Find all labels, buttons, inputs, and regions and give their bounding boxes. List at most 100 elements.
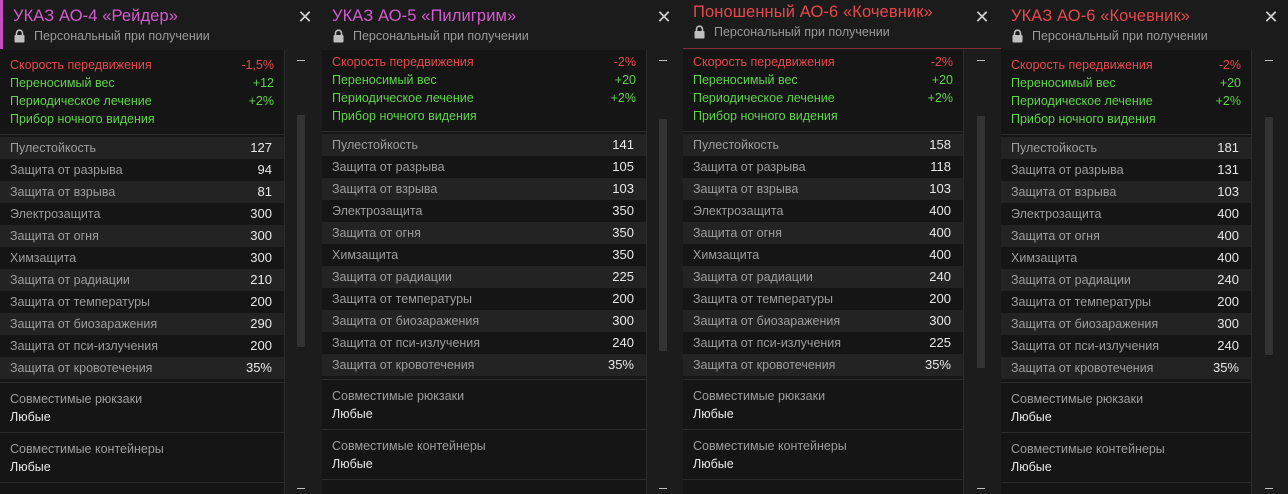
scroll-down-icon[interactable] [659,488,667,489]
stat-value: 103 [612,181,634,196]
bonus-value: +20 [614,73,636,87]
scroll-up-icon[interactable] [977,60,985,61]
close-icon[interactable]: ✕ [974,8,990,26]
scroll-down-icon[interactable] [977,488,985,489]
stat-value: 181 [1217,140,1239,155]
bonus-row: Переносимый вес +20 [1011,76,1241,94]
bonus-value: +2% [248,94,274,108]
stat-row: Химзащита 350 [322,244,646,266]
item-card: УКАЗ АО-5 «Пилигрим» ✕ Персональный при по… [322,0,683,494]
stat-name: Защита от взрыва [332,182,438,196]
stat-name: Пулестойкость [693,138,780,152]
divider [1001,134,1251,135]
stat-name: Защита от температуры [10,295,151,309]
stat-row: Защита от радиации 240 [1001,269,1251,291]
stat-row: Защита от температуры 200 [0,291,284,313]
scroll-up-icon[interactable] [1265,60,1273,61]
close-icon[interactable]: ✕ [656,8,672,26]
scroll-thumb[interactable] [659,119,667,351]
scrollbar[interactable] [1261,50,1281,494]
stat-name: Защита от кровотечения [332,358,475,372]
stat-value: 131 [1217,162,1239,177]
stat-row: Защита от пси-излучения 240 [1001,335,1251,357]
stat-row: Электрозащита 400 [683,200,963,222]
stat-row: Защита от кровотечения 35% [683,354,963,376]
bonus-value: +2% [1215,94,1241,108]
stat-value: 141 [612,137,634,152]
card-header: УКАЗ АО-6 «Кочевник» ✕ Персональный при по… [1001,0,1288,49]
scroll-up-icon[interactable] [659,60,667,61]
stat-value: 300 [612,313,634,328]
stat-value: 103 [1217,184,1239,199]
stat-row: Защита от разрыва 131 [1001,159,1251,181]
divider [683,379,963,380]
scroll-up-icon[interactable] [297,60,305,61]
scrollbar[interactable] [655,50,675,494]
personal-binding-text: Персональный при получении [34,29,210,43]
bonus-row: Периодическое лечение +2% [693,91,953,109]
bonus-name: Переносимый вес [1011,76,1116,90]
stat-name: Защита от разрыва [10,163,123,177]
personal-binding-text: Персональный при получении [1032,29,1208,43]
stat-row: Защита от кровотечения 35% [1001,357,1251,379]
stat-row: Химзащита 300 [0,247,284,269]
card-header: УКАЗ АО-4 «Рейдер» ✕ Персональный при полу… [0,0,322,49]
stat-row: Защита от огня 300 [0,225,284,247]
stat-value: 300 [250,228,272,243]
stat-row: Электрозащита 350 [322,200,646,222]
scroll-thumb[interactable] [297,115,305,347]
stat-name: Защита от биозаражения [332,314,480,328]
scroll-thumb[interactable] [1265,117,1273,355]
lock-icon [1011,29,1024,43]
stat-row: Пулестойкость 127 [0,137,284,159]
compatible-backpacks-label: Совместимые рюкзаки [332,389,465,403]
stat-name: Защита от огня [332,226,421,240]
scroll-thumb[interactable] [977,116,985,368]
divider [0,482,284,483]
stat-value: 81 [257,184,272,199]
scroll-down-icon[interactable] [297,488,305,489]
stat-name: Защита от кровотечения [1011,361,1154,375]
stat-value: 240 [1217,338,1239,353]
stat-name: Защита от радиации [693,270,813,284]
bonus-row: Скорость передвижения -1,5% [10,58,274,76]
stat-row: Защита от пси-излучения 225 [683,332,963,354]
stat-value: 240 [1217,272,1239,287]
stat-value: 350 [612,247,634,262]
stat-name: Защита от пси-излучения [693,336,842,350]
stat-value: 127 [250,140,272,155]
stat-name: Электрозащита [10,207,101,221]
bonus-name: Переносимый вес [332,73,437,87]
bonus-name: Прибор ночного видения [10,112,155,126]
stats-panel: Скорость передвижения -2% Переносимый вес +… [322,50,647,494]
stat-value: 94 [257,162,272,177]
stat-row: Защита от огня 350 [322,222,646,244]
bonus-row: Периодическое лечение +2% [332,91,636,109]
divider [322,379,646,380]
stat-value: 350 [612,203,634,218]
stat-row: Защита от температуры 200 [322,288,646,310]
personal-binding-text: Персональный при получении [714,25,890,39]
item-card: Поношенный АО-6 «Кочевник» ✕ Персональный … [683,0,1001,494]
stat-name: Химзащита [1011,251,1078,265]
compatible-backpacks-label: Совместимые рюкзаки [10,392,143,406]
stat-name: Защита от огня [693,226,782,240]
stat-name: Защита от взрыва [1011,185,1117,199]
stat-value: 400 [929,203,951,218]
stat-name: Защита от биозаражения [693,314,841,328]
scrollbar[interactable] [973,50,993,494]
scroll-down-icon[interactable] [1265,488,1273,489]
close-icon[interactable]: ✕ [1263,8,1279,26]
stat-name: Электрозащита [1011,207,1102,221]
scrollbar[interactable] [293,50,313,494]
close-icon[interactable]: ✕ [297,8,313,26]
compatible-containers-label: Совместимые контейнеры [1011,442,1165,456]
stat-row: Электрозащита 300 [0,203,284,225]
compatible-backpacks-value: Любые [693,407,734,421]
stat-row: Защита от температуры 200 [683,288,963,310]
bonus-value: -2% [613,55,636,69]
item-title: УКАЗ АО-5 «Пилигрим» [332,7,517,25]
stat-value: 118 [930,159,951,174]
compatible-backpacks-label: Совместимые рюкзаки [1011,392,1144,406]
compatible-containers-value: Любые [1011,460,1052,474]
